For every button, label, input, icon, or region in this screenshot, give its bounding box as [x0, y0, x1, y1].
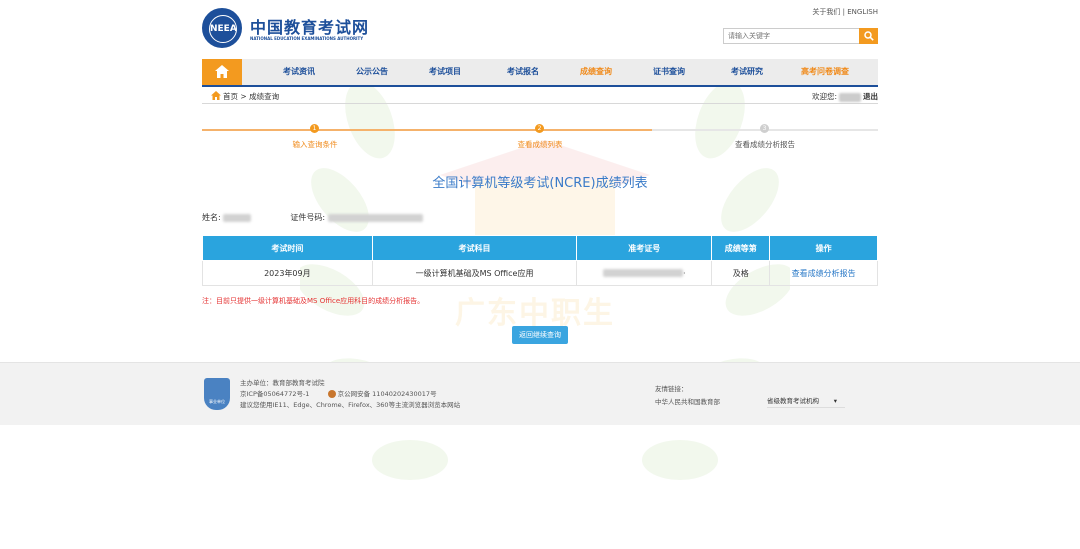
- step-dot-1: 1: [310, 124, 319, 133]
- cell-exam-time: 2023年09月: [202, 260, 373, 286]
- nav-item-research[interactable]: 考试研究: [712, 59, 782, 85]
- col-subject: 考试科目: [371, 235, 578, 261]
- home-icon: [211, 91, 221, 100]
- neea-emblem-icon: NEEA: [202, 8, 242, 48]
- table-header-row: 考试时间 考试科目 准考证号 成绩等第 操作: [202, 235, 878, 261]
- cell-grade: 及格: [711, 260, 771, 286]
- logout-link[interactable]: 退出: [863, 92, 878, 101]
- browser-tip: 建议您使用IE11、Edge、Chrome、Firefox、360等主流浏览器浏…: [240, 401, 461, 409]
- table-row: 2023年09月 一级计算机基础及MS Office应用 · 及格 查看成绩分析…: [202, 260, 878, 286]
- search-icon: [864, 31, 874, 41]
- name-blurred: [223, 213, 252, 222]
- moe-link[interactable]: 中华人民共和国教育部: [655, 396, 720, 409]
- footer-info: 主办单位：教育部教育考试院 京ICP备05064772号-1 京公网安备 110…: [240, 378, 460, 411]
- nav-item-score-query[interactable]: 成绩查询: [561, 59, 631, 85]
- site-name: 中国教育考试网: [250, 18, 370, 37]
- host-text: 主办单位：教育部教育考试院: [240, 379, 325, 387]
- nav-item-notices[interactable]: 公示公告: [337, 59, 407, 85]
- breadcrumb: 首页 > 成绩查询 欢迎您: 退出: [202, 89, 878, 104]
- site-search: [723, 28, 878, 44]
- col-grade: 成绩等第: [711, 235, 771, 261]
- main-nav: 考试资讯 公示公告 考试项目 考试报名 成绩查询 证书查询 考试研究 高考问卷调…: [202, 59, 878, 87]
- laurel-watermark: [300, 81, 790, 480]
- search-input[interactable]: [723, 28, 863, 44]
- nav-item-certificate[interactable]: 证书查询: [634, 59, 704, 85]
- badge-text: 事业单位: [209, 399, 225, 404]
- home-icon: [215, 65, 229, 78]
- ticket-suffix: ·: [683, 268, 686, 278]
- view-report-link[interactable]: 查看成绩分析报告: [792, 269, 856, 278]
- breadcrumb-home[interactable]: 首页: [223, 92, 238, 101]
- page-title: 全国计算机等级考试(NCRE)成绩列表: [432, 176, 648, 191]
- police-badge-icon: [327, 390, 336, 398]
- cell-subject: 一级计算机基础及MS Office应用: [371, 260, 578, 286]
- step-label-3: 查看成绩分析报告: [735, 140, 795, 149]
- icp-link[interactable]: 京ICP备05064772号-1: [240, 390, 309, 398]
- col-ticket-number: 准考证号: [576, 235, 713, 261]
- welcome-label: 欢迎您:: [811, 92, 837, 101]
- col-action: 操作: [769, 235, 878, 261]
- score-table: 考试时间 考试科目 准考证号 成绩等第 操作 2023年09月 一级计算机基础及…: [202, 235, 878, 286]
- notice-text: 注：目前只提供一级计算机基础及MS Office应用科目的成绩分析报告。: [202, 297, 425, 305]
- cell-action: 查看成绩分析报告: [769, 260, 878, 286]
- step-label-1: 输入查询条件: [292, 140, 338, 149]
- select-label: 省级教育考试机构: [767, 397, 819, 405]
- site-logo[interactable]: NEEA 中国教育考试网 NATIONAL EDUCATION EXAMINAT…: [202, 8, 402, 52]
- site-footer: 事业单位 主办单位：教育部教育考试院 京ICP备05064772号-1 京公网安…: [0, 362, 1080, 425]
- id-blurred: [327, 213, 423, 222]
- institution-badge-icon[interactable]: 事业单位: [204, 378, 230, 410]
- search-button[interactable]: [859, 28, 878, 44]
- english-link[interactable]: ENGLISH: [847, 8, 878, 16]
- home-nav-button[interactable]: [202, 59, 242, 85]
- breadcrumb-current: 成绩查询: [249, 92, 280, 101]
- name-label: 姓名:: [202, 213, 221, 222]
- step-dot-3: 3: [760, 124, 769, 133]
- top-links: 关于我们 | ENGLISH: [812, 7, 878, 17]
- step-label-2: 查看成绩列表: [517, 140, 563, 149]
- nav-item-survey[interactable]: 高考问卷调查: [790, 59, 860, 85]
- breadcrumb-separator: >: [240, 92, 247, 101]
- chevron-down-icon: ▾: [833, 397, 837, 405]
- provincial-authority-select[interactable]: 省级教育考试机构 ▾: [767, 395, 845, 408]
- ticket-blurred: [603, 269, 684, 277]
- nav-item-registration[interactable]: 考试报名: [488, 59, 558, 85]
- col-exam-time: 考试时间: [202, 235, 373, 261]
- candidate-info: 姓名: 证件号码:: [202, 212, 423, 223]
- cell-ticket-number: ·: [576, 260, 713, 286]
- step-dot-2: 2: [535, 124, 544, 133]
- police-record-link[interactable]: 京公网安备 11040202430017号: [338, 390, 437, 398]
- friend-links: 友情链接： 中华人民共和国教育部: [655, 383, 720, 409]
- about-link[interactable]: 关于我们: [812, 8, 840, 16]
- back-to-query-button[interactable]: 返回继续查询: [512, 326, 568, 344]
- id-label: 证件号码:: [290, 213, 326, 222]
- friend-links-label: 友情链接：: [655, 385, 688, 393]
- nav-item-exams[interactable]: 考试项目: [410, 59, 480, 85]
- nav-item-news[interactable]: 考试资讯: [264, 59, 334, 85]
- progress-line-done: [202, 129, 652, 131]
- site-name-en: NATIONAL EDUCATION EXAMINATIONS AUTHORIT…: [250, 36, 364, 41]
- emblem-text: NEEA: [209, 15, 237, 43]
- username-blurred: [839, 92, 861, 102]
